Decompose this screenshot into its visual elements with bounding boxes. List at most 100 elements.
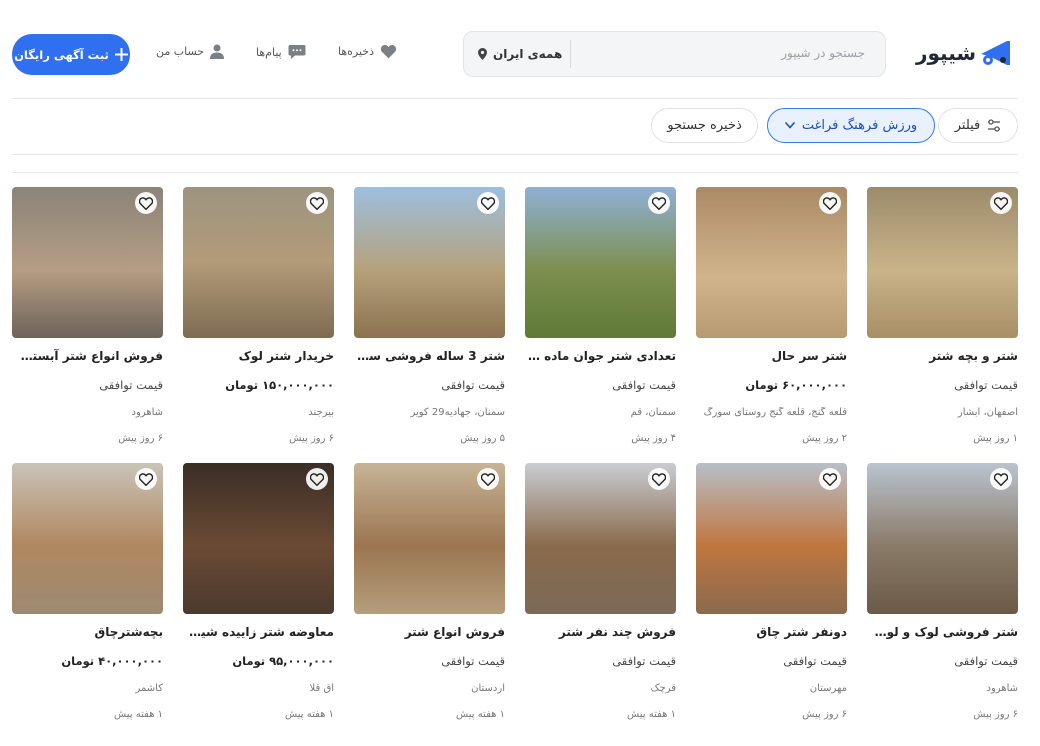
location-pin-icon bbox=[478, 48, 487, 60]
listing-location: سمنان، قم bbox=[630, 407, 676, 418]
save-listing-button[interactable] bbox=[306, 192, 328, 214]
heart-outline-icon bbox=[139, 196, 153, 210]
listing-price: قیمت توافقی bbox=[954, 654, 1018, 668]
listing-card[interactable]: بچه‌شترچاق ۴۰,۰۰۰,۰۰۰ تومان کاشمر ۱ هفته پی… bbox=[12, 463, 163, 733]
heart-outline-icon bbox=[823, 196, 837, 210]
nav-messages-label: پیام‌ها bbox=[256, 45, 282, 59]
nav-account[interactable]: حساب من bbox=[156, 44, 225, 59]
listing-title[interactable]: معاوضه شتر زاییده شیری با خودرو bbox=[183, 625, 334, 639]
plus-icon bbox=[114, 48, 128, 61]
listing-time: ۶ روز پیش bbox=[118, 433, 163, 444]
filter-divider-top bbox=[12, 154, 1018, 155]
heart-outline-icon bbox=[994, 472, 1008, 486]
listing-time: ۱ هفته پیش bbox=[114, 709, 163, 720]
sliders-icon bbox=[988, 119, 1001, 132]
header-divider bbox=[12, 98, 1018, 99]
listing-location: سمنان، جهادیه29 کویر bbox=[410, 407, 505, 418]
save-listing-button[interactable] bbox=[477, 192, 499, 214]
listing-location: اردستان bbox=[471, 683, 505, 694]
sheypoor-logo[interactable]: شیپور bbox=[916, 38, 1015, 68]
listing-price: ۹۵,۰۰۰,۰۰۰ تومان bbox=[232, 654, 334, 668]
heart-outline-icon bbox=[994, 196, 1008, 210]
listing-title[interactable]: شتر 3 ساله فروشی سمنان bbox=[354, 349, 505, 363]
heart-outline-icon bbox=[481, 196, 495, 210]
user-icon bbox=[210, 44, 225, 59]
listing-location: قرچک bbox=[650, 683, 676, 694]
listing-time: ۶ روز پیش bbox=[802, 709, 847, 720]
listing-location: اصفهان، آبشار bbox=[957, 407, 1018, 418]
listing-price: قیمت توافقی bbox=[441, 378, 505, 392]
save-listing-button[interactable] bbox=[135, 468, 157, 490]
listing-price: ۶۰,۰۰۰,۰۰۰ تومان bbox=[745, 378, 847, 392]
listing-price: قیمت توافقی bbox=[441, 654, 505, 668]
listing-time: ۱ هفته پیش bbox=[627, 709, 676, 720]
heart-outline-icon bbox=[652, 196, 666, 210]
listing-price: ۴۰,۰۰۰,۰۰۰ تومان bbox=[61, 654, 163, 668]
listing-title[interactable]: بچه‌شترچاق bbox=[12, 625, 163, 639]
listing-location: آق قلا bbox=[309, 683, 334, 694]
listing-title[interactable]: دونفر شتر چاق bbox=[696, 625, 847, 639]
category-chip[interactable]: ورزش فرهنگ فراغت bbox=[767, 108, 935, 143]
listing-card[interactable]: فروش انواع شتر قیمت توافقی اردستان ۱ هفته پ… bbox=[354, 463, 505, 733]
listing-card[interactable]: تعدادی شتر جوان ماده نژاد بالا قیمت توافق… bbox=[525, 187, 676, 457]
listing-title[interactable]: تعدادی شتر جوان ماده نژاد بالا bbox=[525, 349, 676, 363]
listing-title[interactable]: شتر سر حال bbox=[696, 349, 847, 363]
location-label: همه‌ی ایران bbox=[493, 47, 563, 61]
save-listing-button[interactable] bbox=[477, 468, 499, 490]
listing-title[interactable]: خریدار شتر لوک bbox=[183, 349, 334, 363]
heart-outline-icon bbox=[310, 472, 324, 486]
save-listing-button[interactable] bbox=[306, 468, 328, 490]
listing-location: شاهرود bbox=[986, 683, 1019, 694]
listing-card[interactable]: شتر و بچه شتر قیمت توافقی اصفهان، آبشار ۱ ر… bbox=[867, 187, 1018, 457]
listing-time: ۲ روز پیش bbox=[802, 433, 847, 444]
nav-saved[interactable]: ذخیره‌ها bbox=[338, 44, 397, 59]
listing-location: قلعه گنج، قلعه گنج روستای سورگ bbox=[703, 407, 847, 418]
chevron-down-icon bbox=[785, 122, 795, 129]
listing-time: ۱ روز پیش bbox=[973, 433, 1018, 444]
heart-outline-icon bbox=[652, 472, 666, 486]
logo-text: شیپور bbox=[916, 41, 977, 65]
listing-price: قیمت توافقی bbox=[612, 654, 676, 668]
listing-card[interactable]: شتر سر حال ۶۰,۰۰۰,۰۰۰ تومان قلعه گنج، قلعه… bbox=[696, 187, 847, 457]
listing-time: ۴ روز پیش bbox=[631, 433, 676, 444]
nav-messages[interactable]: پیام‌ها bbox=[256, 44, 306, 60]
save-listing-button[interactable] bbox=[648, 192, 670, 214]
listing-price: قیمت توافقی bbox=[954, 378, 1018, 392]
save-listing-button[interactable] bbox=[819, 468, 841, 490]
listing-title[interactable]: شتر فروشی لوک و لوک چه bbox=[867, 625, 1018, 639]
listing-card[interactable]: فروش چند نفر شتر قیمت توافقی قرچک ۱ هفته پی… bbox=[525, 463, 676, 733]
listing-card[interactable]: شتر 3 ساله فروشی سمنان قیمت توافقی سمنان، … bbox=[354, 187, 505, 457]
save-listing-button[interactable] bbox=[648, 468, 670, 490]
listing-title[interactable]: فروش چند نفر شتر bbox=[525, 625, 676, 639]
post-ad-button[interactable]: ثبت آگهی رایگان bbox=[12, 34, 130, 75]
location-selector[interactable]: همه‌ی ایران bbox=[472, 40, 572, 68]
filter-button[interactable]: فیلتر bbox=[938, 108, 1018, 143]
listing-card[interactable]: خریدار شتر لوک ۱۵۰,۰۰۰,۰۰۰ تومان بیرجند ۶ ر… bbox=[183, 187, 334, 457]
save-search-button[interactable]: ذخیره جستجو bbox=[651, 108, 758, 143]
listing-card[interactable]: شتر فروشی لوک و لوک چه قیمت توافقی شاهرود ۶… bbox=[867, 463, 1018, 733]
post-ad-label: ثبت آگهی رایگان bbox=[14, 47, 109, 62]
listing-time: ۱ هفته پیش bbox=[285, 709, 334, 720]
listing-card[interactable]: معاوضه شتر زاییده شیری با خودرو ۹۵,۰۰۰,۰۰… bbox=[183, 463, 334, 733]
filter-label: فیلتر bbox=[954, 118, 981, 133]
listing-title[interactable]: فروش انواع شتر آبستن وپرواری bbox=[12, 349, 163, 363]
listing-card[interactable]: فروش انواع شتر آبستن وپرواری قیمت توافقی ش… bbox=[12, 187, 163, 457]
nav-saved-label: ذخیره‌ها bbox=[338, 45, 375, 58]
listing-time: ۱ هفته پیش bbox=[456, 709, 505, 720]
nav-account-label: حساب من bbox=[156, 45, 205, 58]
listing-location: شاهرود bbox=[131, 407, 164, 418]
listing-price: ۱۵۰,۰۰۰,۰۰۰ تومان bbox=[225, 378, 334, 392]
listing-title[interactable]: شتر و بچه شتر bbox=[867, 349, 1018, 363]
listing-price: قیمت توافقی bbox=[783, 654, 847, 668]
listing-time: ۶ روز پیش bbox=[289, 433, 334, 444]
heart-outline-icon bbox=[310, 196, 324, 210]
listing-title[interactable]: فروش انواع شتر bbox=[354, 625, 505, 639]
listing-card[interactable]: دونفر شتر چاق قیمت توافقی مهرستان ۶ روز پیش bbox=[696, 463, 847, 733]
save-listing-button[interactable] bbox=[135, 192, 157, 214]
save-listing-button[interactable] bbox=[990, 468, 1012, 490]
search-input[interactable]: جستجو در شیپور همه‌ی ایران bbox=[463, 31, 886, 77]
save-listing-button[interactable] bbox=[819, 192, 841, 214]
listing-location: کاشمر bbox=[135, 683, 164, 694]
save-listing-button[interactable] bbox=[990, 192, 1012, 214]
listing-time: ۶ روز پیش bbox=[973, 709, 1018, 720]
